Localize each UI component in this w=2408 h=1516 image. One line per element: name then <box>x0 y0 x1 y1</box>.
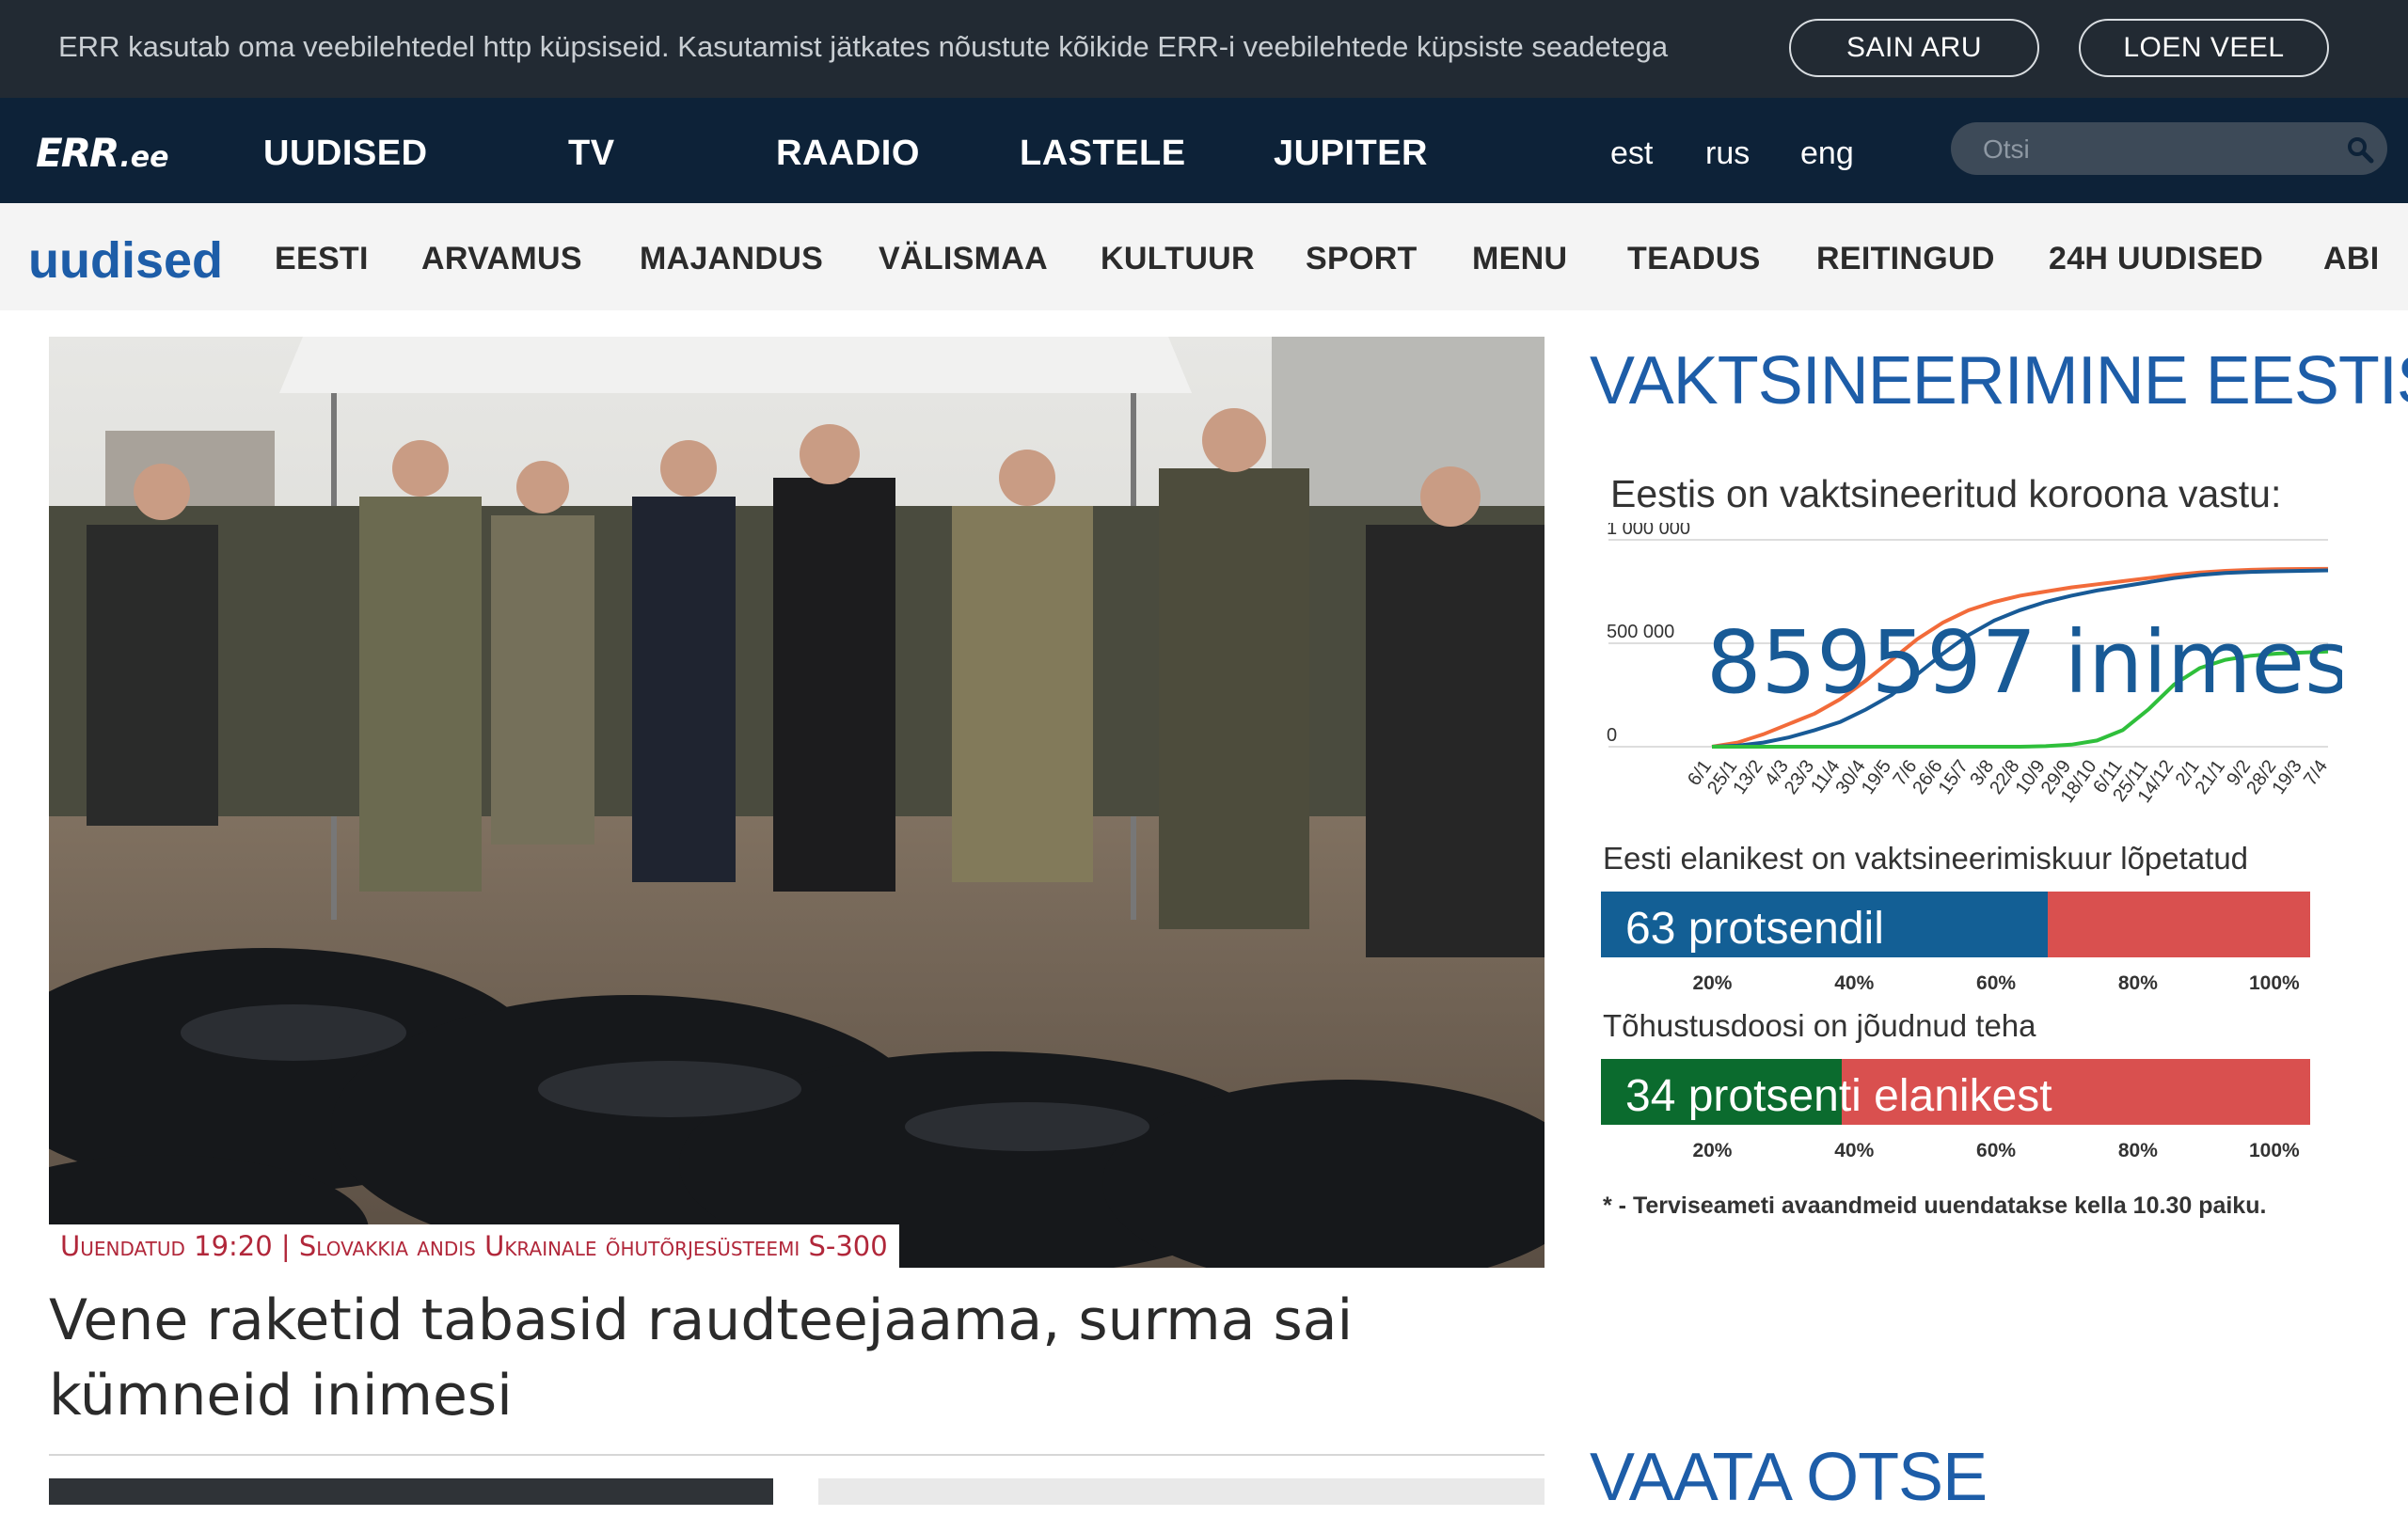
lead-story-image[interactable]: Uuendatud 19:20 | Slovakkia andis Ukrain… <box>49 337 1545 1268</box>
chart-big-number: 859597 inimest <box>1706 612 2342 713</box>
lead-story-headline[interactable]: Vene raketid tabasid raudteejaama, surma… <box>49 1283 1545 1433</box>
progress-tick-label: 60% <box>1976 972 2017 994</box>
chart-y-tick-label: 500 000 <box>1607 622 1674 642</box>
section-item-teadus[interactable]: TEADUS <box>1627 241 1761 277</box>
cookie-banner: ERR kasutab oma veebilehtedel http küpsi… <box>0 0 2408 98</box>
booster-axis-ticks: 20% 40% 60% 80% 100% <box>1601 1140 2310 1166</box>
section-item-valismaa[interactable]: VÄLISMAA <box>879 241 1048 277</box>
completed-progress-bar: 63 protsendil <box>1601 892 2310 957</box>
section-brand[interactable]: uudised <box>28 231 223 290</box>
lang-rus[interactable]: rus <box>1705 135 1750 172</box>
story-thumbnail[interactable] <box>818 1478 1545 1505</box>
section-item-reitingud[interactable]: REITINGUD <box>1816 241 1995 277</box>
chart-y-tick-label: 1 000 000 <box>1607 523 1690 539</box>
booster-progress-text: 34 protsenti elanikest <box>1625 1071 2052 1121</box>
progress-tick-label: 100% <box>2248 972 2300 994</box>
search-box <box>1951 122 2387 175</box>
cookie-read-more-button[interactable]: LOEN VEEL <box>2079 19 2329 77</box>
lang-est[interactable]: est <box>1610 135 1653 172</box>
lang-eng[interactable]: eng <box>1800 135 1854 172</box>
progress-tick-label: 20% <box>1692 1140 1733 1161</box>
progress-tick-label: 60% <box>1976 1140 2017 1161</box>
progress-tick-label: 40% <box>1834 1140 1875 1161</box>
completed-axis-ticks: 20% 40% 60% 80% 100% <box>1601 972 2310 999</box>
section-item-majandus[interactable]: MAJANDUS <box>640 241 823 277</box>
topnav-item-lastele[interactable]: LASTELE <box>1020 134 1186 174</box>
booster-label: Tõhustusdoosi on jõudnud teha <box>1603 1008 2036 1043</box>
section-item-menu[interactable]: MENU <box>1472 241 1567 277</box>
lead-photo <box>49 337 1545 1268</box>
chart-x-tick-label: 7/4 <box>2300 756 2332 789</box>
chart-y-tick-label: 0 <box>1607 725 1617 746</box>
section-item-arvamus[interactable]: ARVAMUS <box>421 241 582 277</box>
progress-tick-label: 80% <box>2117 972 2158 994</box>
topnav-item-uudised[interactable]: UUDISED <box>263 134 428 174</box>
logo-suffix: .ee <box>119 141 169 174</box>
search-icon[interactable] <box>2346 135 2374 164</box>
topnav-item-jupiter[interactable]: JUPITER <box>1274 134 1428 174</box>
section-item-24h-uudised[interactable]: 24H UUDISED <box>2049 241 2263 277</box>
completed-label: Eesti elanikest on vaktsineerimiskuur lõ… <box>1603 841 2249 876</box>
content-divider <box>49 1454 1545 1456</box>
completed-progress-text: 63 protsendil <box>1625 904 1884 954</box>
logo-main: ERR <box>36 130 119 176</box>
section-item-kultuur[interactable]: KULTUUR <box>1101 241 1255 277</box>
err-logo[interactable]: ERR .ee <box>36 130 169 176</box>
search-input[interactable] <box>1981 130 2342 169</box>
vaccination-subtitle: Eestis on vaktsineeritud koroona vastu: <box>1610 472 2282 515</box>
topnav-item-tv[interactable]: TV <box>568 134 615 174</box>
topnav-item-raadio[interactable]: RAADIO <box>776 134 920 174</box>
top-navigation: ERR .ee UUDISED TV RAADIO LASTELE JUPITE… <box>0 98 2408 203</box>
vaccination-title: VAKTSINEERIMINE EESTIS <box>1590 343 2408 418</box>
story-thumbnail[interactable] <box>49 1478 773 1505</box>
section-item-abi[interactable]: ABI <box>2323 241 2379 277</box>
section-item-eesti[interactable]: EESTI <box>275 241 369 277</box>
progress-tick-label: 100% <box>2248 1140 2300 1161</box>
vaccination-note: * - Terviseameti avaandmeid uuendatakse … <box>1603 1192 2267 1219</box>
booster-progress-bar: 34 protsenti elanikest <box>1601 1059 2310 1125</box>
progress-tick-label: 80% <box>2117 1140 2158 1161</box>
cookie-agree-button[interactable]: SAIN ARU <box>1789 19 2039 77</box>
section-navigation: uudised EESTI ARVAMUS MAJANDUS VÄLISMAA … <box>0 203 2408 310</box>
vaccination-chart: 1 000 000500 0000 859597 inimest 6/125/1… <box>1607 523 2342 805</box>
lead-story-caption[interactable]: Uuendatud 19:20 | Slovakkia andis Ukrain… <box>49 1224 899 1268</box>
section-item-sport[interactable]: SPORT <box>1306 241 1418 277</box>
cookie-text: ERR kasutab oma veebilehtedel http küpsi… <box>58 30 1669 63</box>
progress-tick-label: 20% <box>1692 972 1733 994</box>
progress-tick-label: 40% <box>1834 972 1875 994</box>
